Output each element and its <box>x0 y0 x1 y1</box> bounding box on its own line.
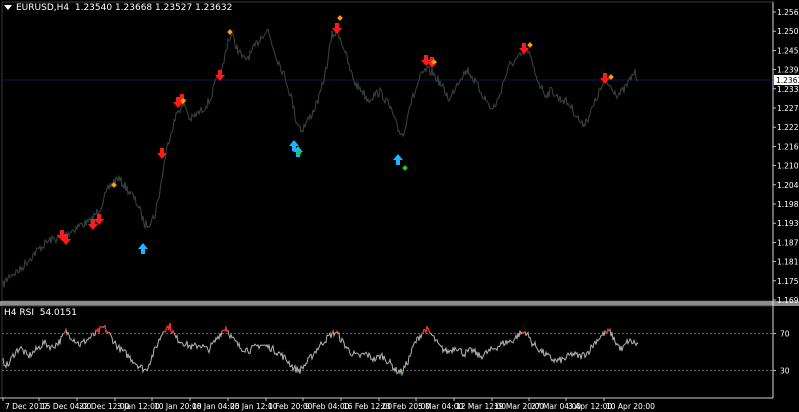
rsi-overbought-segment <box>605 332 608 334</box>
sell-signal-dot <box>337 15 343 21</box>
rsi-overbought-segment <box>331 330 334 334</box>
price-axis-label: 1.21630 <box>777 142 799 151</box>
panel-separator[interactable] <box>0 301 799 306</box>
price-axis-label: 1.23370 <box>777 85 799 94</box>
time-axis-label: 10 Apr 20:00 <box>606 402 655 411</box>
price-axis-label: 1.16995 <box>777 296 799 305</box>
rsi-oversold-segment <box>396 372 399 375</box>
current-price-label: 1.23632 <box>776 76 799 85</box>
ohlc-values: 1.23540 1.23668 1.23527 1.23632 <box>74 3 233 13</box>
price-axis-label: 1.25095 <box>777 27 799 36</box>
rsi-overbought-segment <box>107 331 110 334</box>
rsi-overbought-segment <box>221 330 224 332</box>
price-axis-label: 1.19890 <box>777 200 799 209</box>
symbol-label: EURUSD,H4 <box>16 3 70 13</box>
price-axis-label: 1.25660 <box>777 8 799 17</box>
rsi-overbought-segment <box>100 325 103 328</box>
price-axis-label: 1.20460 <box>777 181 799 190</box>
price-axis-label: 1.22215 <box>777 123 799 132</box>
sell-arrow-icon <box>94 214 104 225</box>
main-chart-header: EURUSD,H4 1.23540 1.23668 1.23527 1.2363… <box>4 3 232 13</box>
price-axis-label: 1.21055 <box>777 162 799 171</box>
rsi-overbought-segment <box>164 329 167 333</box>
price-axis-label: 1.23960 <box>777 66 799 75</box>
buy-signal-dot <box>402 165 408 171</box>
rsi-overbought-segment <box>64 329 67 333</box>
chart-menu-icon[interactable] <box>4 5 12 10</box>
price-axis-label: 1.18735 <box>777 238 799 247</box>
sell-signal-dot <box>527 42 533 48</box>
rsi-axis-label: 30 <box>780 366 790 375</box>
rsi-overbought-segment <box>98 326 101 334</box>
rsi-overbought-segment <box>165 326 168 331</box>
rsi-panel-frame <box>1 305 774 399</box>
rsi-axis-label: 70 <box>780 330 790 339</box>
rsi-overbought-segment <box>425 326 428 333</box>
price-axis-label: 1.24525 <box>777 46 799 55</box>
rsi-overbought-segment <box>172 330 175 334</box>
rsi-value: 54.0151 <box>39 308 77 318</box>
sell-arrow-icon <box>215 70 225 81</box>
rsi-overbought-segment <box>423 329 426 331</box>
rsi-overbought-segment <box>104 325 107 333</box>
price-axis-label: 1.22785 <box>777 104 799 113</box>
rsi-overbought-segment <box>335 330 338 334</box>
price-series-line <box>2 28 639 288</box>
price-axis-label: 1.18150 <box>777 258 799 267</box>
main-chart-frame <box>1 1 774 302</box>
rsi-overbought-segment <box>426 326 429 329</box>
buy-arrow-icon <box>393 154 403 165</box>
rsi-overbought-segment <box>427 327 430 331</box>
rsi-overbought-segment <box>226 330 229 332</box>
price-axis-label: 1.17565 <box>777 277 799 286</box>
rsi-overbought-segment <box>428 330 431 334</box>
sell-arrow-icon <box>600 73 610 84</box>
chart-canvas[interactable]: 1.25660 1.25095 1.24525 1.23960 1.23370 1.227… <box>0 0 799 412</box>
sell-arrow-icon <box>332 23 342 34</box>
rsi-overbought-segment <box>63 331 66 334</box>
buy-arrow-icon <box>138 243 148 254</box>
rsi-overbought-segment <box>523 331 526 334</box>
rsi-label: H4 RSI <box>4 308 34 318</box>
rsi-header: H4 RSI 54.0151 <box>4 308 77 318</box>
rsi-overbought-segment <box>102 325 105 328</box>
price-axis-label: 1.19305 <box>777 219 799 228</box>
rsi-overbought-segment <box>169 322 172 332</box>
